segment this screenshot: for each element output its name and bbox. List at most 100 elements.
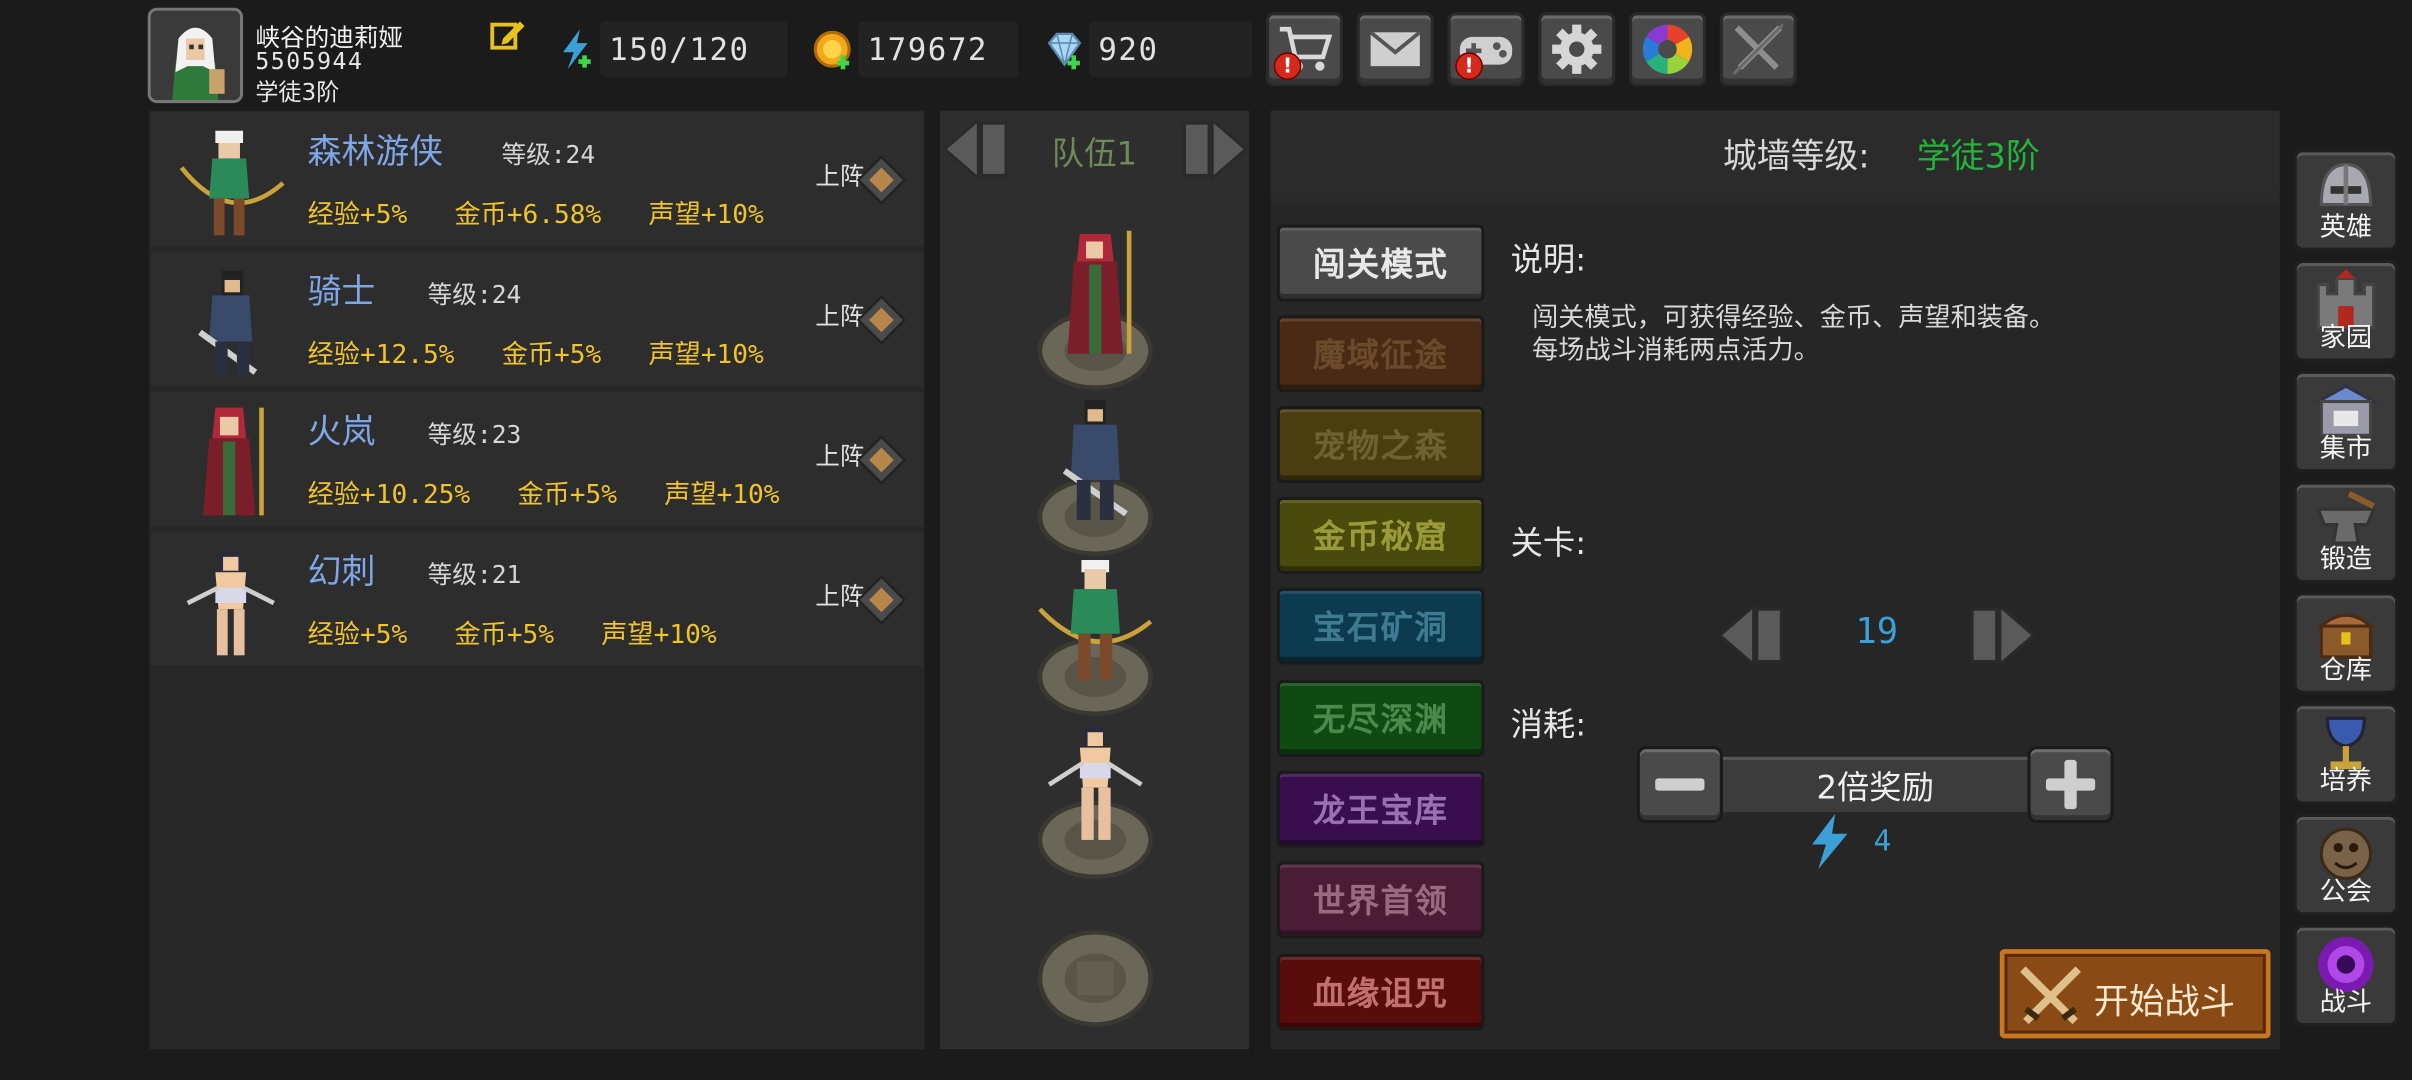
hero-level: 等级:24 [427, 279, 522, 310]
sidebar-item-market[interactable]: 集市 [2293, 370, 2399, 473]
deploy-diamond-button[interactable] [856, 155, 907, 205]
mode-label: 魔域征途 [1312, 336, 1449, 374]
mode-stage[interactable]: 闯关模式 [1276, 224, 1485, 302]
arrow-left-icon [1717, 602, 1783, 668]
mail-icon [1369, 30, 1422, 67]
sidebar-item-label: 锻造 [2319, 544, 2373, 576]
sidebar-item-label: 仓库 [2319, 655, 2373, 687]
mode-endless-abyss[interactable]: 无尽深渊 [1276, 679, 1485, 757]
hero-sprite-knight [172, 262, 289, 382]
hero-name: 火岚 [307, 413, 376, 453]
battle-settings-button[interactable] [1719, 12, 1797, 87]
increase-button[interactable] [2027, 746, 2114, 823]
description-line-2: 每场战斗消耗两点活力。 [1532, 335, 1820, 367]
stage-next-button[interactable] [1966, 600, 2037, 671]
deploy-diamond-button[interactable] [856, 435, 907, 485]
hero-level: 等级:24 [501, 139, 596, 170]
team-next-button[interactable] [1178, 114, 1249, 185]
team-prev-button[interactable] [941, 114, 1012, 185]
player-id: 5505944 [255, 47, 364, 76]
hero-sprite-fire-mage [172, 401, 289, 521]
hero-name: 骑士 [307, 273, 376, 313]
deploy-diamond-button[interactable] [856, 575, 907, 625]
crossed-swords-icon [2020, 966, 2081, 1025]
sidebar-item-training[interactable]: 培养 [2293, 703, 2399, 805]
hero-bonuses: 经验+10.25% 金币+5% 声望+10% [307, 479, 780, 511]
decrease-button[interactable] [1636, 746, 1723, 823]
hero-level: 等级:21 [427, 559, 522, 590]
mode-pet-forest[interactable]: 宠物之森 [1276, 406, 1485, 484]
mode-label: 金币秘窟 [1312, 518, 1449, 556]
team-slot-5-empty[interactable] [1034, 920, 1157, 1034]
team-slot-3[interactable] [1034, 554, 1157, 723]
hero-row[interactable]: 幻刺 等级:21 经验+5% 金币+5% 声望+10% 上阵 [150, 532, 923, 667]
cost-label: 消耗: [1510, 706, 1587, 743]
lightning-icon [1806, 812, 1852, 870]
arrow-right-icon [1182, 116, 1249, 182]
description-label: 说明: [1510, 241, 1587, 279]
mode-label: 龙王宝库 [1312, 792, 1449, 830]
sidebar-item-label: 培养 [2319, 766, 2373, 797]
minus-icon [1655, 778, 1705, 791]
hero-name: 幻刺 [307, 553, 376, 593]
hero-row[interactable]: 森林游侠 等级:24 经验+5% 金币+6.58% 声望+10% 上阵 [150, 112, 923, 247]
sidebar-item-label: 公会 [2319, 876, 2373, 908]
gear-icon [1552, 24, 1602, 74]
sidebar-item-label: 家园 [2319, 323, 2373, 354]
arrow-left-icon [942, 116, 1008, 182]
player-rank: 学徒3阶 [255, 78, 340, 107]
team-slot-4[interactable] [1034, 717, 1157, 886]
start-battle-button[interactable]: 开始战斗 [1999, 949, 2271, 1039]
shop-button[interactable]: ! [1266, 12, 1343, 87]
hero-name: 森林游侠 [307, 133, 444, 173]
gem-icon [1043, 28, 1086, 71]
sidebar-item-guild[interactable]: 公会 [2293, 813, 2399, 916]
sidebar-item-battle[interactable]: 战斗 [2293, 924, 2399, 1027]
player-avatar[interactable] [147, 7, 244, 104]
hero-row[interactable]: 火岚 等级:23 经验+10.25% 金币+5% 声望+10% 上阵 [150, 392, 923, 527]
mode-label: 闯关模式 [1312, 246, 1449, 284]
plus-icon [2045, 759, 2096, 810]
wall-level-value: 学徒3阶 [1916, 138, 2040, 177]
stage-prev-button[interactable] [1717, 600, 1788, 671]
gem-value: 920 [1089, 21, 1253, 77]
hero-bonuses: 经验+5% 金币+5% 声望+10% [307, 619, 717, 651]
hero-bonuses: 经验+12.5% 金币+5% 声望+10% [307, 339, 764, 371]
mode-demon-journey[interactable]: 魔域征途 [1276, 315, 1485, 393]
sidebar-item-home[interactable]: 家园 [2293, 259, 2399, 362]
mode-label: 宠物之森 [1312, 427, 1449, 465]
energy-icon [554, 28, 597, 71]
notification-badge: ! [1273, 52, 1302, 80]
gamepad-button[interactable]: ! [1447, 12, 1525, 87]
gold-coin-icon [812, 28, 855, 71]
deploy-diamond-button[interactable] [856, 295, 907, 345]
team-slot-1[interactable] [1034, 228, 1157, 397]
wall-level-label: 城墙等级: [1722, 138, 1870, 177]
team-slot-2[interactable] [1034, 394, 1157, 563]
energy-cost: 4 [1873, 824, 1892, 859]
mode-world-boss[interactable]: 世界首领 [1276, 861, 1485, 939]
reward-multiplier: 2倍奖励 [1722, 756, 2028, 813]
settings-button[interactable] [1538, 12, 1616, 87]
sidebar-item-storage[interactable]: 仓库 [2293, 592, 2399, 694]
hero-row[interactable]: 骑士 等级:24 经验+12.5% 金币+5% 声望+10% 上阵 [150, 252, 923, 387]
hero-level: 等级:23 [427, 419, 522, 450]
mode-gem-mine[interactable]: 宝石矿洞 [1276, 587, 1485, 665]
sidebar-item-label: 战斗 [2319, 987, 2373, 1019]
sidebar-item-forge[interactable]: 锻造 [2293, 481, 2399, 584]
mode-dragon-vault[interactable]: 龙王宝库 [1276, 770, 1485, 848]
arrow-right-icon [1970, 602, 2036, 668]
sidebar-item-heroes[interactable]: 英雄 [2293, 149, 2399, 251]
mail-button[interactable] [1356, 12, 1434, 87]
hero-sprite-phantom-assassin [172, 541, 289, 661]
hero-sprite-forest-ranger [172, 122, 289, 242]
edit-icon[interactable] [489, 17, 526, 54]
stage-number: 19 [1855, 612, 1899, 653]
mode-blood-curse[interactable]: 血缘诅咒 [1276, 953, 1485, 1031]
stage-label: 关卡: [1510, 524, 1587, 562]
mode-label: 血缘诅咒 [1312, 975, 1449, 1013]
mode-label: 世界首领 [1312, 882, 1449, 920]
gold-value: 179672 [858, 21, 1019, 77]
color-button[interactable] [1629, 12, 1706, 87]
mode-gold-cave[interactable]: 金币秘窟 [1276, 496, 1485, 574]
